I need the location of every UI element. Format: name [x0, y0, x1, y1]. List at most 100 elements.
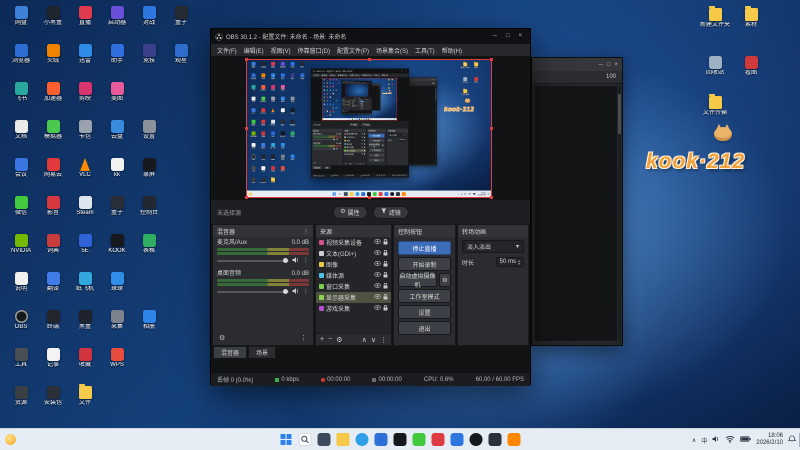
menu-profile[interactable]: 配置文件(P): [334, 45, 372, 56]
start-record-button[interactable]: 开始录制: [398, 257, 451, 271]
menu-help[interactable]: 帮助(H): [439, 45, 465, 56]
desktop-icon-22[interactable]: 直播: [70, 6, 100, 27]
lock-icon[interactable]: [383, 282, 388, 291]
lock-icon[interactable]: [383, 260, 388, 269]
slider-knob[interactable]: [283, 289, 288, 294]
source-row-0[interactable]: 视频采集设备: [316, 237, 391, 248]
lock-icon[interactable]: [383, 293, 388, 302]
taskbar-icon-steam[interactable]: [488, 433, 502, 446]
menu-edit[interactable]: 编辑(E): [241, 45, 267, 56]
taskbar-icon-vlc[interactable]: [507, 433, 521, 446]
bg-maximize-button[interactable]: □: [607, 62, 611, 68]
desktop-icon-15[interactable]: 网易云: [38, 158, 68, 179]
taskbar-clock[interactable]: 18:06 2026/2/10: [756, 433, 783, 447]
desktop-icon-11[interactable]: 小黑盒: [38, 6, 68, 27]
desktop-icon-27[interactable]: Steam: [70, 196, 100, 217]
duration-input[interactable]: 50 ms ▴ ▾: [495, 257, 524, 267]
desktop-icon-26[interactable]: VLC: [70, 158, 100, 179]
bg-minimize-button[interactable]: ─: [599, 62, 603, 68]
taskbar-icon-store[interactable]: [374, 433, 388, 446]
desktop-icon-41[interactable]: 采集: [102, 310, 132, 331]
exit-button[interactable]: 退出: [398, 321, 451, 335]
mixer-menu-icon[interactable]: ⋮: [303, 228, 309, 235]
lock-icon[interactable]: [383, 304, 388, 313]
taskbar-icon-file-explorer[interactable]: [336, 433, 350, 446]
taskbar-icon-wechat[interactable]: [412, 433, 426, 446]
desktop-icon-10[interactable]: 资源: [6, 386, 36, 407]
source-row-3[interactable]: 媒体源: [316, 270, 391, 281]
desktop-icon-49[interactable]: 相册: [134, 310, 164, 331]
spinner-arrows-icon[interactable]: ▴ ▾: [518, 259, 520, 266]
desktop-icon-28[interactable]: 5E: [70, 234, 100, 255]
taskbar-icon-edge[interactable]: [355, 433, 369, 446]
channel-menu-icon[interactable]: ⋮: [303, 289, 309, 295]
desktop-icon-17[interactable]: 词典: [38, 234, 68, 255]
move-source-down-button[interactable]: ∨: [371, 336, 376, 344]
visibility-icon[interactable]: [373, 282, 382, 290]
virtual-camera-button[interactable]: 启动虚拟摄像机: [398, 273, 437, 289]
desktop-icon-12[interactable]: 火绒: [38, 44, 68, 65]
desktop-right-icon-2[interactable]: 回收站: [700, 56, 730, 77]
menu-tools[interactable]: 工具(T): [412, 45, 438, 56]
desktop-icon-16[interactable]: 影音: [38, 196, 68, 217]
desktop-icon-38[interactable]: 盒子: [102, 196, 132, 217]
source-properties-icon[interactable]: ⚙: [336, 336, 342, 344]
studio-mode-button[interactable]: 工作室模式: [398, 289, 451, 303]
battery-icon[interactable]: [740, 436, 751, 444]
desktop-icon-5[interactable]: 微信: [6, 196, 36, 217]
desktop-icon-42[interactable]: WPS: [102, 348, 132, 369]
taskbar-icon-start[interactable]: [280, 433, 293, 446]
virtual-camera-config-icon[interactable]: ⚙: [439, 273, 451, 287]
desktop-icon-18[interactable]: 翻译: [38, 272, 68, 293]
desktop-icon-32[interactable]: 文件: [70, 384, 100, 407]
volume-icon[interactable]: [712, 435, 720, 445]
preview-canvas[interactable]: 网盘 浏览器 飞书 文档 会议 微信 NVIDIA 说明 OBS 工具 资源 小黑盒 火绒 加速器 模拟器网…: [247, 60, 491, 197]
desktop-icon-36[interactable]: 云盘: [102, 120, 132, 141]
menu-file[interactable]: 文件(F): [214, 45, 240, 56]
desktop-icon-0[interactable]: 网盘: [6, 6, 36, 27]
taskbar-icon-qq[interactable]: [431, 433, 445, 446]
desktop-icon-50[interactable]: 盒子: [166, 6, 196, 27]
desktop-icon-46[interactable]: 录屏: [134, 158, 164, 179]
desktop-icon-45[interactable]: 设置: [134, 120, 164, 141]
desktop-icon-9[interactable]: 工具: [6, 348, 36, 369]
obs-minimize-button[interactable]: ─: [489, 30, 501, 43]
taskbar-icon-kook[interactable]: [393, 433, 407, 446]
visibility-icon[interactable]: [373, 304, 382, 312]
visibility-icon[interactable]: [373, 293, 382, 301]
mixer-settings-icon[interactable]: ⚙: [219, 334, 225, 342]
desktop-icon-39[interactable]: KOOK: [102, 234, 132, 255]
desktop-icon-30[interactable]: 黑盒: [70, 310, 100, 331]
desktop-icon-6[interactable]: NVIDIA: [6, 234, 36, 255]
visibility-icon[interactable]: [373, 260, 382, 268]
stop-stream-button[interactable]: 停止直播: [398, 241, 451, 255]
desktop-icon-8[interactable]: OBS: [6, 310, 36, 331]
visibility-icon[interactable]: [373, 249, 382, 257]
dock-tab-0[interactable]: 混音器: [213, 346, 248, 358]
desktop-icon-47[interactable]: 控制台: [134, 196, 164, 217]
speaker-icon[interactable]: [292, 256, 300, 266]
taskbar-icon-search[interactable]: [298, 433, 312, 446]
desktop-right-icon-0[interactable]: 新建文件夹: [700, 6, 730, 29]
desktop-right-icon-1[interactable]: 素材: [736, 6, 766, 29]
desktop-icon-43[interactable]: 对战: [134, 6, 164, 27]
add-source-button[interactable]: +: [320, 336, 324, 343]
visibility-icon[interactable]: [373, 271, 382, 279]
desktop-icon-23[interactable]: 迅雷: [70, 44, 100, 65]
desktop-icon-40[interactable]: 球球: [102, 272, 132, 293]
remove-source-button[interactable]: −: [328, 336, 332, 343]
source-row-6[interactable]: 游戏采集: [316, 303, 391, 314]
desktop-icon-13[interactable]: 加速器: [38, 82, 68, 103]
speaker-icon[interactable]: [292, 287, 300, 297]
taskbar-icon-obs[interactable]: [469, 433, 483, 446]
taskbar-icon-task-view[interactable]: [317, 433, 331, 446]
obs-close-button[interactable]: ×: [514, 30, 526, 43]
desktop-icon-37[interactable]: kk: [102, 158, 132, 179]
desktop-icon-48[interactable]: 表格: [134, 234, 164, 255]
properties-button[interactable]: ⚙ 属性: [332, 205, 368, 219]
desktop-icon-2[interactable]: 飞书: [6, 82, 36, 103]
bg-close-button[interactable]: ×: [614, 62, 618, 68]
lock-icon[interactable]: [383, 249, 388, 258]
dock-tab-1[interactable]: 场景: [248, 346, 277, 358]
transition-select[interactable]: 淡入淡出 ▾: [462, 240, 524, 253]
